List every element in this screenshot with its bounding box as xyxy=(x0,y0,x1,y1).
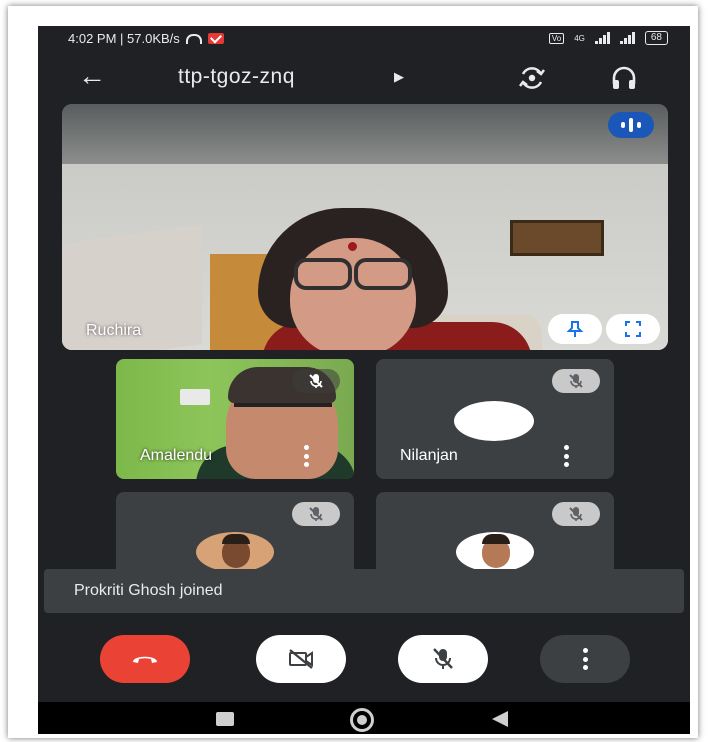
phone-screen: 4:02 PM | 57.0KB/s Vo 4G 68 ← ttp-tgoz-z… xyxy=(38,26,690,734)
ph xyxy=(482,534,510,544)
bindi xyxy=(348,242,357,251)
screenshot-frame: 4:02 PM | 57.0KB/s Vo 4G 68 ← ttp-tgoz-z… xyxy=(8,6,698,738)
video-ceiling xyxy=(62,104,668,164)
status-bar: 4:02 PM | 57.0KB/s Vo 4G 68 xyxy=(38,26,690,52)
participant-name: Nilanjan xyxy=(400,447,458,464)
video-wall-frame xyxy=(510,220,604,256)
video-switchboard xyxy=(180,389,210,405)
fullscreen-button[interactable] xyxy=(606,314,660,344)
signal-icon xyxy=(594,32,610,44)
participant-name: Ruchira xyxy=(86,322,142,339)
gmail-notification-icon xyxy=(207,33,224,44)
glasses xyxy=(294,258,412,290)
mic-toggle-button[interactable] xyxy=(398,635,488,683)
mic-off-indicator xyxy=(552,369,600,393)
network-type: 4G xyxy=(574,33,585,43)
more-options-button[interactable] xyxy=(540,635,630,683)
switch-camera-icon[interactable] xyxy=(516,62,548,94)
mic-off-icon xyxy=(433,648,453,669)
participant-name: Amalendu xyxy=(140,447,213,464)
headphones-icon[interactable] xyxy=(608,62,640,94)
video-glasses xyxy=(234,403,332,423)
pin-icon xyxy=(566,321,584,337)
mic-off-icon xyxy=(309,507,323,521)
mic-off-icon xyxy=(569,374,583,388)
home-circle-icon[interactable] xyxy=(350,708,374,732)
participant-tile-amalendu[interactable]: Amalendu xyxy=(116,359,354,479)
status-time-speed: 4:02 PM | 57.0KB/s xyxy=(68,31,180,46)
caret-right-icon[interactable]: ▶ xyxy=(394,69,404,85)
main-video-tile[interactable]: Ruchira xyxy=(62,104,668,350)
ph xyxy=(222,534,250,544)
mic-off-icon xyxy=(309,374,323,388)
mic-off-icon xyxy=(569,507,583,521)
participant-video-ruchira xyxy=(258,208,448,350)
camera-toggle-button[interactable] xyxy=(256,635,346,683)
participant-tile-nilanjan[interactable]: Nilanjan xyxy=(376,359,614,479)
fullscreen-icon xyxy=(625,321,641,337)
face xyxy=(290,238,416,350)
recents-square-icon[interactable] xyxy=(216,712,234,726)
audio-wave-icon xyxy=(608,112,654,138)
arrow-back-icon[interactable]: ← xyxy=(78,62,106,90)
meeting-code[interactable]: ttp-tgoz-znq xyxy=(178,65,295,89)
end-call-button[interactable] xyxy=(100,635,190,683)
avatar xyxy=(456,532,534,572)
pin-button[interactable] xyxy=(548,314,602,344)
battery-icon: 68 xyxy=(644,31,668,45)
mic-off-indicator xyxy=(292,502,340,526)
join-notification-toast: Prokriti Ghosh joined xyxy=(44,569,684,613)
headset-status-icon xyxy=(185,33,202,44)
volte-icon: Vo xyxy=(548,32,565,44)
more-options-icon[interactable] xyxy=(302,445,310,467)
android-nav-bar xyxy=(38,702,690,734)
camera-off-icon xyxy=(289,649,313,669)
mic-off-indicator xyxy=(552,502,600,526)
avatar xyxy=(196,532,274,572)
meeting-header: ← ttp-tgoz-znq ▶ xyxy=(38,56,690,100)
more-options-icon[interactable] xyxy=(562,445,570,467)
status-right: Vo 4G 68 xyxy=(548,31,668,45)
more-vert-icon xyxy=(581,648,589,670)
phone-hangup-icon xyxy=(133,656,157,663)
status-left: 4:02 PM | 57.0KB/s xyxy=(68,31,224,46)
mic-off-indicator xyxy=(292,369,340,393)
back-triangle-icon[interactable] xyxy=(492,711,508,727)
avatar xyxy=(454,401,534,441)
signal-icon-2 xyxy=(619,32,635,44)
